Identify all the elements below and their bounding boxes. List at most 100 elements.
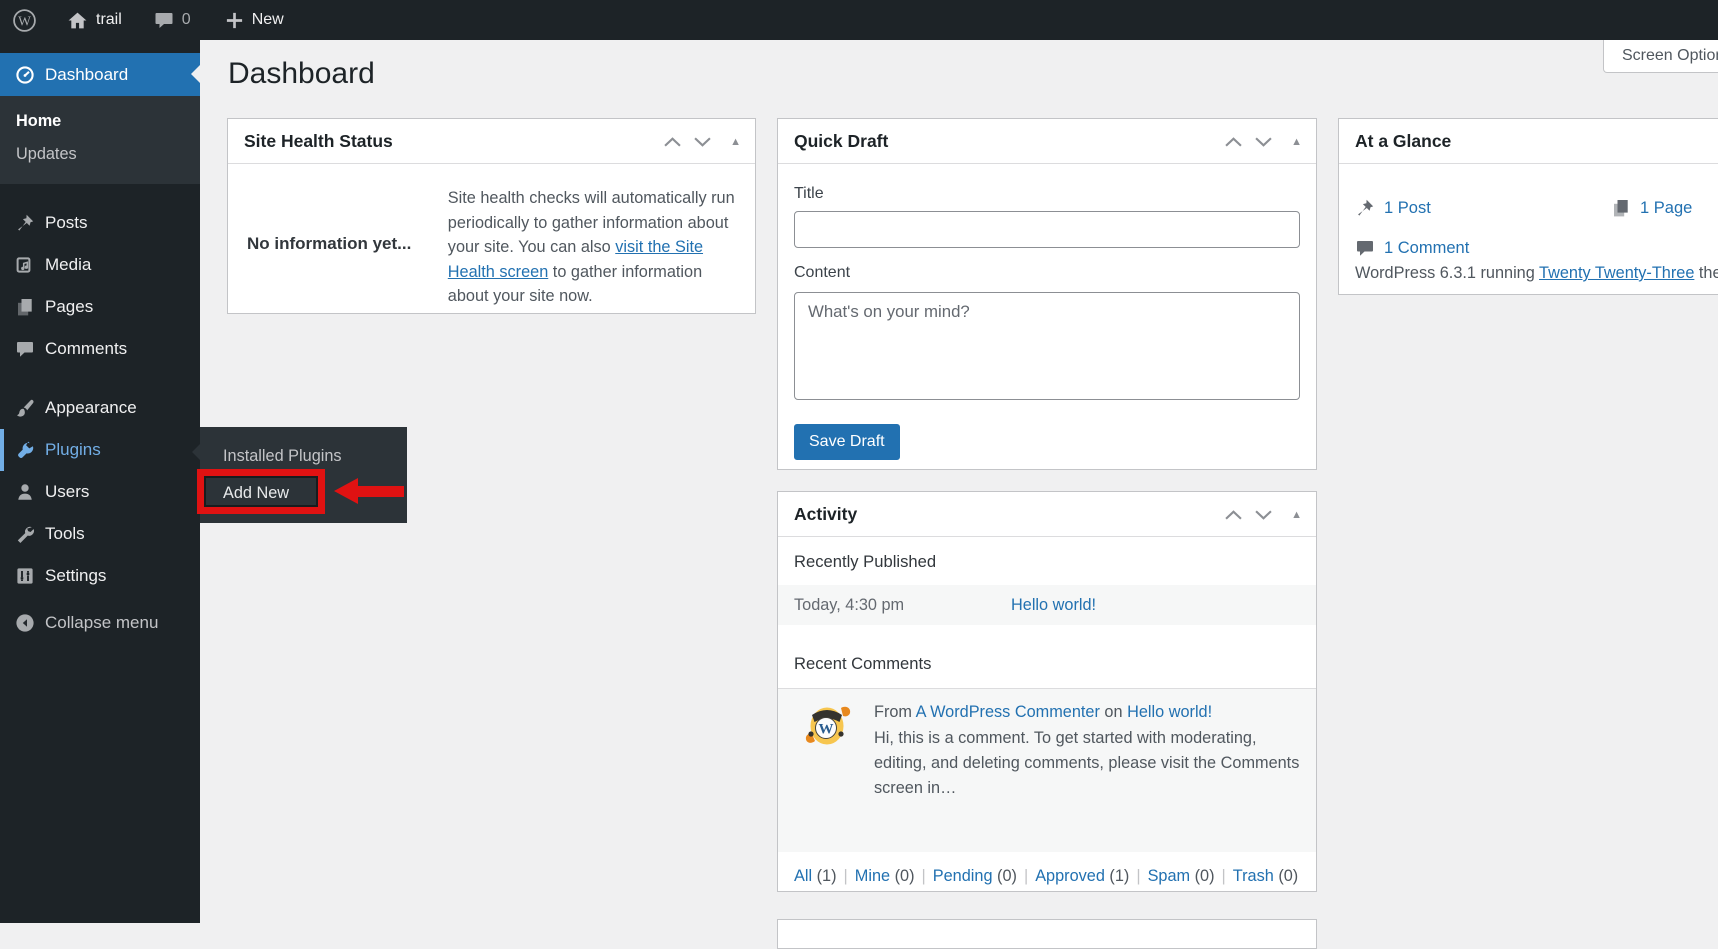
sidebar-item-label: Posts xyxy=(45,213,88,233)
sidebar-item-tools[interactable]: Tools xyxy=(0,513,200,555)
sidebar-item-media[interactable]: Media xyxy=(0,244,200,286)
sidebar-item-appearance[interactable]: Appearance xyxy=(0,387,200,429)
theme-link[interactable]: Twenty Twenty-Three xyxy=(1539,264,1694,282)
plus-icon xyxy=(225,11,244,30)
sidebar-subitem-updates[interactable]: Updates xyxy=(0,138,200,171)
version-text-end: theme. xyxy=(1694,264,1718,282)
site-health-description: Site health checks will automatically ru… xyxy=(448,186,739,309)
sidebar-item-pages[interactable]: Pages xyxy=(0,286,200,328)
move-up-icon[interactable] xyxy=(664,137,681,147)
filter-all-link[interactable]: All xyxy=(794,867,812,885)
sidebar-item-label: Settings xyxy=(45,566,106,586)
wordpress-logo-icon: W xyxy=(12,8,37,33)
site-name-menu[interactable]: trail xyxy=(57,0,132,40)
page-title: Dashboard xyxy=(228,57,375,91)
quick-draft-title-input[interactable] xyxy=(794,211,1300,248)
filter-pending-link[interactable]: Pending xyxy=(933,867,993,885)
comment-bubble-icon xyxy=(154,10,174,30)
save-draft-button[interactable]: Save Draft xyxy=(794,424,900,460)
sidebar-item-label: Plugins xyxy=(45,440,101,460)
sidebar-item-label: Media xyxy=(45,255,91,275)
active-menu-notch xyxy=(191,65,200,83)
move-up-icon[interactable] xyxy=(1225,510,1242,520)
filter-spam-link[interactable]: Spam xyxy=(1148,867,1191,885)
toggle-panel-icon[interactable]: ▲ xyxy=(730,136,741,148)
pages-count-link[interactable]: 1 Page xyxy=(1640,199,1692,218)
filter-mine-link[interactable]: Mine xyxy=(855,867,890,885)
toggle-panel-icon[interactable]: ▲ xyxy=(1291,136,1302,148)
activity-widget: Activity ▲ Recently Published Today, 4:3… xyxy=(777,491,1317,892)
move-down-icon[interactable] xyxy=(694,137,711,147)
published-post-link[interactable]: Hello world! xyxy=(1011,596,1096,615)
toggle-panel-icon[interactable]: ▲ xyxy=(1291,509,1302,521)
comments-admin-menu[interactable]: 0 xyxy=(144,0,201,40)
wapuu-avatar: W xyxy=(803,700,853,750)
users-icon xyxy=(15,482,35,502)
sidebar-item-plugins[interactable]: Plugins xyxy=(0,429,200,471)
widget-header: Quick Draft ▲ xyxy=(778,119,1316,164)
annotation-red-box xyxy=(197,469,325,514)
published-time: Today, 4:30 pm xyxy=(794,596,1011,615)
filter-approved-link[interactable]: Approved xyxy=(1035,867,1105,885)
comment-author-link[interactable]: A WordPress Commenter xyxy=(916,703,1100,721)
site-health-widget: Site Health Status ▲ No information yet.… xyxy=(227,118,756,314)
filter-count: (1) xyxy=(1109,867,1129,885)
new-content-menu[interactable]: New xyxy=(215,0,294,40)
wordpress-logo-menu[interactable]: W xyxy=(0,0,47,40)
sidebar-item-users[interactable]: Users xyxy=(0,471,200,513)
site-health-status: No information yet... xyxy=(244,180,434,309)
filter-trash-link[interactable]: Trash xyxy=(1233,867,1274,885)
widget-title: Activity xyxy=(794,504,857,525)
media-icon xyxy=(15,255,35,275)
comment-from-text: From xyxy=(874,703,912,721)
move-down-icon[interactable] xyxy=(1255,137,1272,147)
widget-title: Quick Draft xyxy=(794,131,888,152)
dashboard-gauge-icon xyxy=(15,65,35,85)
new-label: New xyxy=(252,11,284,29)
move-up-icon[interactable] xyxy=(1225,137,1242,147)
sidebar-item-label: Users xyxy=(45,482,89,502)
pages-icon xyxy=(1611,198,1631,218)
sidebar-item-posts[interactable]: Posts xyxy=(0,202,200,244)
sidebar-item-dashboard[interactable]: Dashboard xyxy=(0,53,200,96)
collapse-menu-button[interactable]: Collapse menu xyxy=(0,602,200,644)
screen-options-button[interactable]: Screen Options xyxy=(1603,40,1718,73)
glance-posts-item[interactable]: 1 Post xyxy=(1355,198,1431,218)
comments-icon xyxy=(15,339,35,359)
flyout-notch xyxy=(192,443,201,461)
comment-bubble-icon xyxy=(1355,238,1375,258)
recent-comments-heading: Recent Comments xyxy=(778,641,1316,689)
svg-text:W: W xyxy=(18,13,31,28)
sidebar-item-comments[interactable]: Comments xyxy=(0,328,200,370)
brush-icon xyxy=(15,398,35,418)
sidebar-item-settings[interactable]: Settings xyxy=(0,555,200,597)
collapse-arrow-icon xyxy=(15,613,35,633)
settings-icon xyxy=(15,566,35,586)
plugin-icon xyxy=(15,440,35,460)
wordpress-version-text: WordPress 6.3.1 running Twenty Twenty-Th… xyxy=(1355,264,1718,283)
filter-count: (0) xyxy=(1278,867,1298,885)
widget-header: Activity ▲ xyxy=(778,492,1316,537)
site-name-label: trail xyxy=(96,11,122,29)
glance-pages-item[interactable]: 1 Page xyxy=(1611,198,1692,218)
glance-comments-item[interactable]: 1 Comment xyxy=(1355,238,1469,258)
widget-title: At a Glance xyxy=(1355,131,1451,152)
comment-meta: From A WordPress Commenter on Hello worl… xyxy=(874,700,1300,725)
move-down-icon[interactable] xyxy=(1255,510,1272,520)
posts-count-link[interactable]: 1 Post xyxy=(1384,199,1431,218)
filter-count: (0) xyxy=(1195,867,1215,885)
annotation-red-arrow xyxy=(357,486,404,497)
admin-bar: W trail 0 New xyxy=(0,0,1718,40)
quick-draft-widget: Quick Draft ▲ Title Content Save Draft xyxy=(777,118,1317,470)
version-text: WordPress 6.3.1 running xyxy=(1355,264,1539,282)
comments-count-link[interactable]: 1 Comment xyxy=(1384,239,1469,258)
widget-header: At a Glance xyxy=(1339,119,1718,164)
sidebar-item-label: Comments xyxy=(45,339,127,359)
annotation-red-arrow-head xyxy=(334,478,358,504)
comment-post-link[interactable]: Hello world! xyxy=(1127,703,1212,721)
quick-draft-content-input[interactable] xyxy=(794,292,1300,400)
sidebar-item-label: Tools xyxy=(45,524,85,544)
dashboard-submenu: Home Updates xyxy=(0,96,200,184)
comment-item: W From A WordPress Commenter on Hello wo… xyxy=(778,689,1316,852)
sidebar-subitem-home[interactable]: Home xyxy=(0,105,200,138)
